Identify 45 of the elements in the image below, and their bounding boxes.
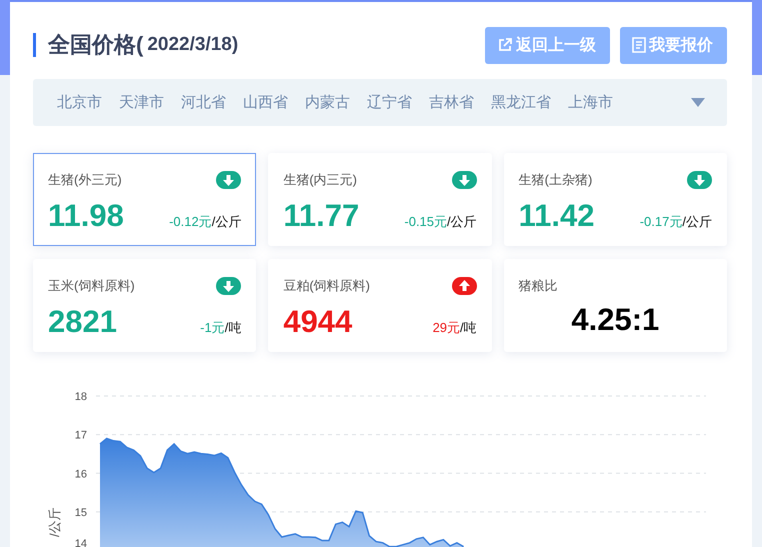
price-change: -0.15元/公斤 <box>404 213 477 231</box>
ratio-value: 4.25:1 <box>570 302 660 338</box>
price-value: 11.77 <box>283 198 360 234</box>
region-tab[interactable]: 内蒙古 <box>305 93 350 112</box>
dropdown-caret-icon[interactable] <box>691 98 705 107</box>
quote-button[interactable]: 我要报价 <box>620 26 727 64</box>
y-tick-label: 14 <box>74 538 87 547</box>
price-card[interactable]: 生猪(外三元) 11.98 -0.12元/公斤 <box>33 153 256 246</box>
back-button[interactable]: 返回上一级 <box>485 26 610 64</box>
document-icon <box>632 37 646 53</box>
region-tab[interactable]: 天津市 <box>119 93 164 112</box>
price-value: 11.42 <box>518 198 595 234</box>
price-value: 4944 <box>283 304 352 340</box>
price-change: -0.17元/公斤 <box>640 213 712 231</box>
price-card[interactable]: 猪粮比 4.25:1 <box>504 259 727 352</box>
region-tab[interactable]: 吉林省 <box>429 93 474 112</box>
card-label: 猪粮比 <box>518 277 558 295</box>
region-tab[interactable]: 辽宁省 <box>367 93 412 112</box>
card-label: 玉米(饲料原料) <box>48 277 135 295</box>
y-tick-label: 16 <box>74 468 87 480</box>
region-tab[interactable]: 上海市 <box>568 93 613 112</box>
price-change: -1元/吨 <box>200 319 242 337</box>
y-tick-label: 18 <box>74 391 87 403</box>
price-change: 29元/吨 <box>432 319 477 337</box>
y-axis-label: /公斤 <box>47 507 62 537</box>
share-icon <box>497 37 513 53</box>
y-tick-label: 15 <box>74 506 87 519</box>
date-label: 2022/3/18) <box>147 34 238 56</box>
card-label: 生猪(土杂猪) <box>518 171 592 189</box>
page-title: 全国价格( <box>48 31 144 59</box>
region-tab[interactable]: 山西省 <box>243 93 288 112</box>
region-tab[interactable]: 黑龙江省 <box>491 93 551 112</box>
price-card[interactable]: 豆粕(饲料原料) 4944 29元/吨 <box>268 259 492 352</box>
price-card[interactable]: 生猪(内三元) 11.77 -0.15元/公斤 <box>268 153 492 246</box>
card-label: 生猪(外三元) <box>48 171 122 189</box>
y-tick-label: 17 <box>74 430 87 442</box>
region-tab[interactable]: 河北省 <box>181 93 226 112</box>
card-label: 生猪(内三元) <box>283 171 357 189</box>
price-card[interactable]: 玉米(饲料原料) 2821 -1元/吨 <box>33 259 256 352</box>
price-value: 2821 <box>48 304 117 340</box>
region-tab[interactable]: 北京市 <box>57 93 102 112</box>
price-card[interactable]: 生猪(土杂猪) 11.42 -0.17元/公斤 <box>504 153 727 246</box>
price-change: -0.12元/公斤 <box>169 213 242 231</box>
card-label: 豆粕(饲料原料) <box>283 277 370 295</box>
price-value: 11.98 <box>48 198 124 234</box>
